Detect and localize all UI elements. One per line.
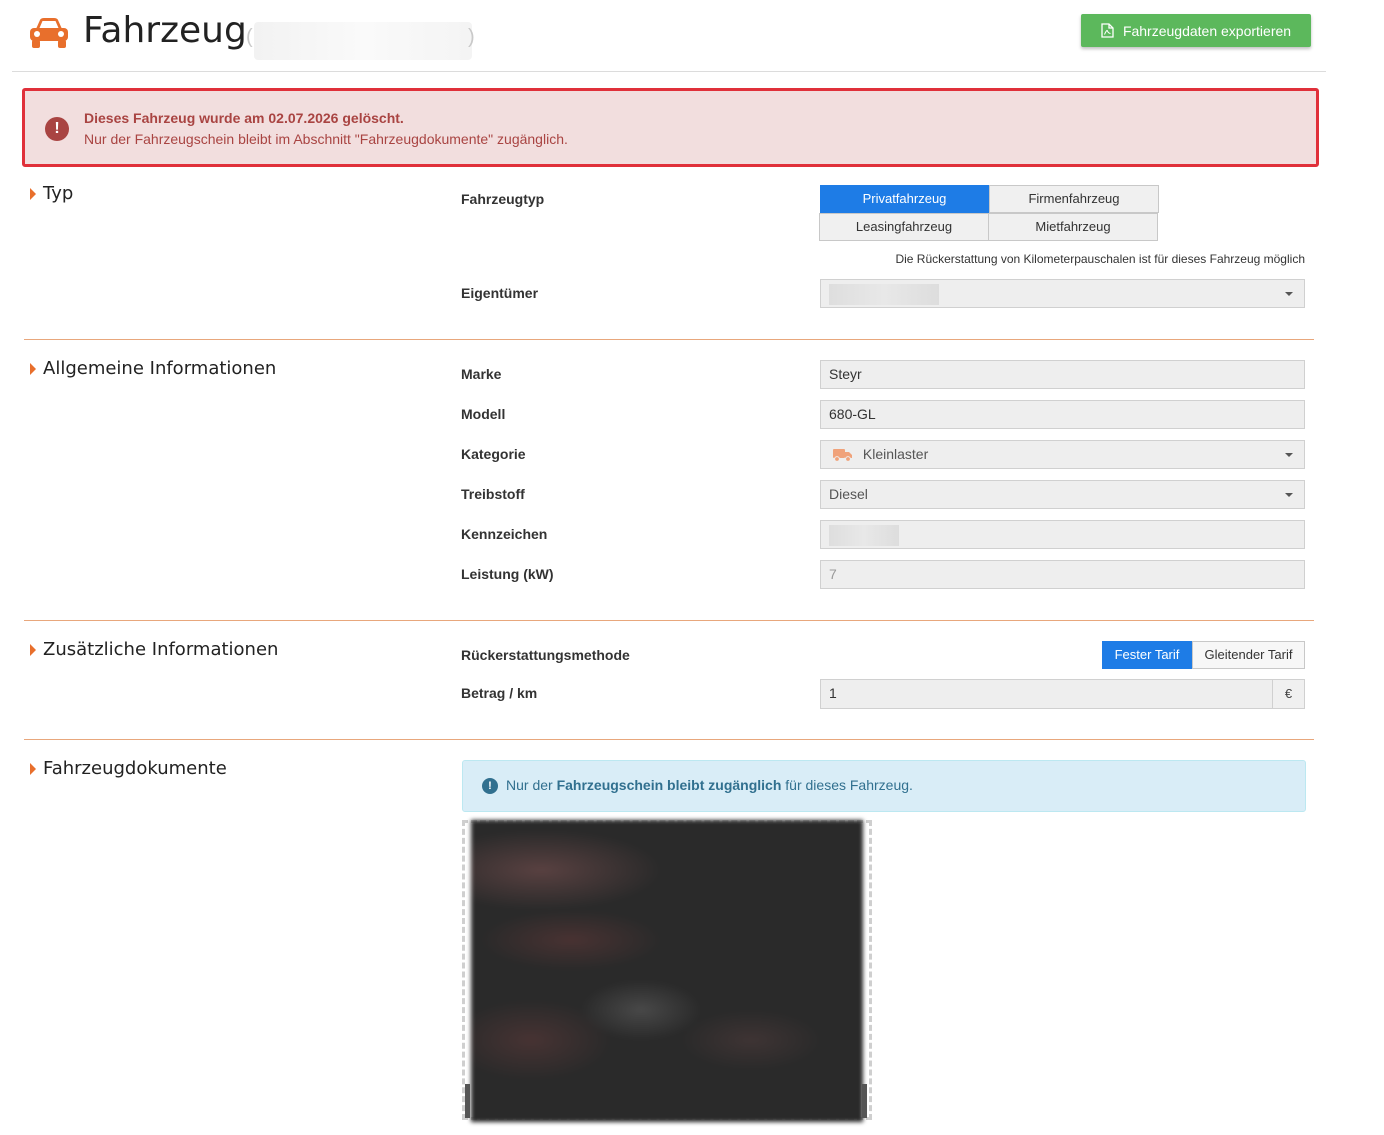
field-label-leistung: Leistung (kW) <box>461 566 554 582</box>
amount-per-km-input[interactable]: 1 <box>820 679 1273 709</box>
redacted-vehicle-name <box>254 22 472 60</box>
fuel-select[interactable]: Diesel <box>820 480 1305 509</box>
currency-addon: € <box>1272 679 1305 709</box>
chevron-down-icon <box>1285 493 1293 497</box>
documents-info-text: Nur der Fahrzeugschein bleibt zugänglich… <box>506 777 913 793</box>
alert-title: Dieses Fahrzeug wurde am 02.07.2026 gelö… <box>84 110 404 126</box>
caret-right-icon <box>30 362 36 375</box>
caret-right-icon <box>30 762 36 775</box>
caret-right-icon <box>30 187 36 200</box>
exclamation-circle-icon: ! <box>482 778 498 794</box>
category-value: Kleinlaster <box>862 446 929 462</box>
info-suffix: für dieses Fahrzeug. <box>785 777 913 793</box>
field-label-fahrzeugtyp: Fahrzeugtyp <box>461 191 545 207</box>
alert-message: Nur der Fahrzeugschein bleibt im Abschni… <box>84 131 568 147</box>
vehicle-type-option-leasingfahrzeug[interactable]: Leasingfahrzeug <box>819 213 989 241</box>
method-option-gleitender-tarif[interactable]: Gleitender Tarif <box>1192 641 1305 669</box>
caret-right-icon <box>30 643 36 656</box>
info-prefix: Nur der <box>506 777 553 793</box>
truck-icon <box>833 449 852 463</box>
page-header: Fahrzeug ( ) Fahrzeugdaten exportieren <box>12 0 1326 72</box>
document-frame-handle-left <box>465 1084 470 1118</box>
info-bold: Fahrzeugschein bleibt zugänglich <box>556 777 782 793</box>
deleted-vehicle-alert: ! Dieses Fahrzeug wurde am 02.07.2026 ge… <box>22 88 1319 167</box>
category-select[interactable]: Kleinlaster <box>820 440 1305 469</box>
field-label-kategorie: Kategorie <box>461 446 526 462</box>
license-plate-input[interactable] <box>820 520 1305 549</box>
power-input[interactable]: 7 <box>820 560 1305 589</box>
section-divider <box>24 339 1314 340</box>
field-label-betrag: Betrag / km <box>461 685 538 701</box>
section-title-label: Zusätzliche Informationen <box>43 639 279 660</box>
page-title: Fahrzeug <box>83 10 247 51</box>
chevron-down-icon <box>1285 292 1293 296</box>
title-paren-open: ( <box>246 26 253 48</box>
section-title-dokumente[interactable]: Fahrzeugdokumente <box>30 758 227 779</box>
exclamation-circle-icon: ! <box>45 117 69 141</box>
vehicle-type-option-firmenfahrzeug[interactable]: Firmenfahrzeug <box>989 185 1159 213</box>
model-input[interactable]: 680-GL <box>820 400 1305 429</box>
section-divider <box>24 620 1314 621</box>
documents-info-box: ! Nur der Fahrzeugschein bleibt zugängli… <box>462 760 1306 812</box>
section-title-typ[interactable]: Typ <box>30 183 73 204</box>
redacted-license-plate <box>829 524 899 546</box>
section-title-label: Typ <box>43 183 74 204</box>
vehicle-type-option-mietfahrzeug[interactable]: Mietfahrzeug <box>988 213 1158 241</box>
section-title-allgemein[interactable]: Allgemeine Informationen <box>30 358 276 379</box>
field-label-eigentuemer: Eigentümer <box>461 285 539 301</box>
field-label-kennzeichen: Kennzeichen <box>461 526 548 542</box>
vehicle-registration-image[interactable] <box>471 820 863 1122</box>
section-divider <box>24 739 1314 740</box>
section-title-zusaetzlich[interactable]: Zusätzliche Informationen <box>30 639 278 660</box>
field-label-marke: Marke <box>461 366 502 382</box>
export-vehicle-data-button[interactable]: Fahrzeugdaten exportieren <box>1081 14 1311 47</box>
chevron-down-icon <box>1285 453 1293 457</box>
fuel-value: Diesel <box>829 486 868 502</box>
brand-input[interactable]: Steyr <box>820 360 1305 389</box>
section-title-label: Fahrzeugdokumente <box>43 758 227 779</box>
owner-select[interactable] <box>820 279 1305 308</box>
section-title-label: Allgemeine Informationen <box>43 358 277 379</box>
method-option-fester-tarif[interactable]: Fester Tarif <box>1102 641 1192 669</box>
redacted-owner <box>829 283 939 305</box>
field-label-treibstoff: Treibstoff <box>461 486 525 502</box>
field-label-modell: Modell <box>461 406 506 422</box>
car-icon <box>30 18 68 48</box>
title-paren-close: ) <box>468 26 475 48</box>
vehicle-type-option-privatfahrzeug[interactable]: Privatfahrzeug <box>820 185 989 213</box>
field-label-rueckerstattungsmethode: Rückerstattungsmethode <box>461 647 630 663</box>
export-button-label: Fahrzeugdaten exportieren <box>1122 22 1292 39</box>
document-frame-handle-right <box>862 1084 867 1118</box>
pdf-file-icon <box>1101 23 1114 38</box>
mileage-reimbursement-hint: Die Rückerstattung von Kilometerpauschal… <box>895 252 1305 266</box>
